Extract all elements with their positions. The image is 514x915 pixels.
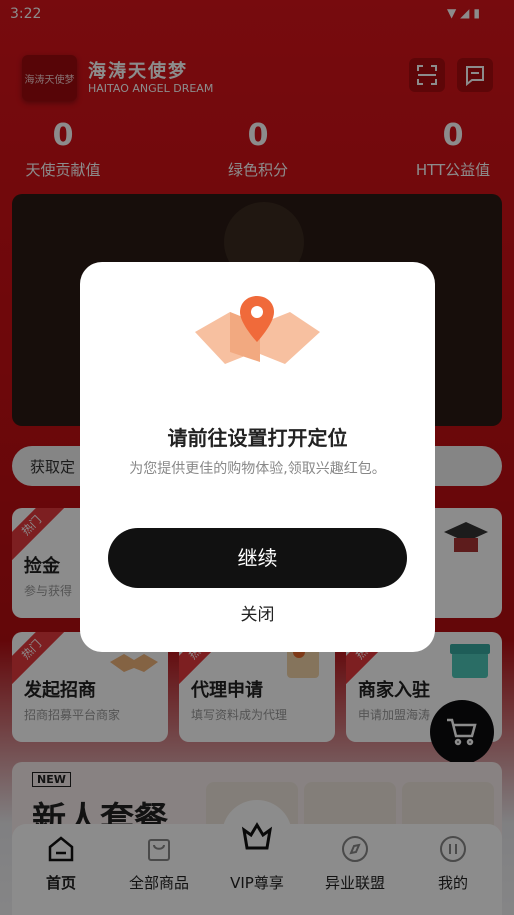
close-button[interactable]: 关闭: [80, 600, 435, 625]
location-dialog: 请前往设置打开定位 为您提供更佳的购物体验,领取兴趣红包。 继续 关闭: [80, 262, 435, 652]
dialog-title: 请前往设置打开定位: [167, 426, 348, 450]
continue-button[interactable]: 继续: [108, 528, 407, 588]
dialog-description: 为您提供更佳的购物体验,领取兴趣红包。: [129, 461, 386, 477]
map-pin-icon: [195, 296, 320, 364]
